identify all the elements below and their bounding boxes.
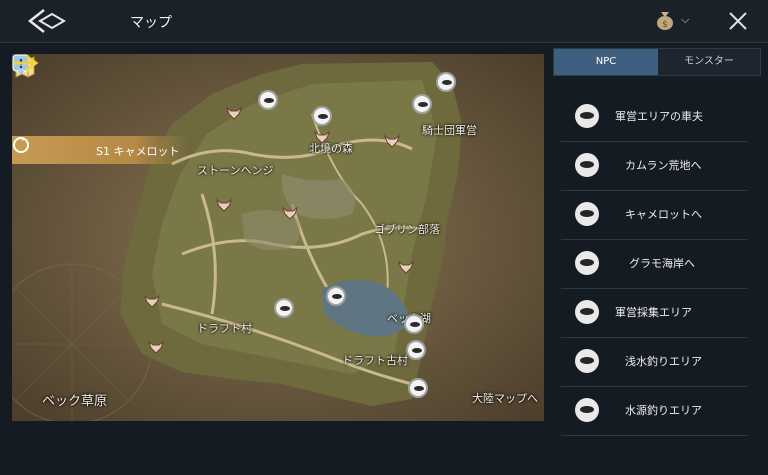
- map-label-bec-plains: ベック草原: [42, 394, 108, 409]
- page-title: マップ: [130, 15, 172, 31]
- gate-icon: [575, 153, 599, 177]
- svg-text:$: $: [662, 20, 668, 30]
- gather-icon: [575, 300, 599, 324]
- list-item[interactable]: キャメロットへ: [561, 191, 747, 240]
- list-item[interactable]: 浅水釣りエリア: [561, 338, 747, 387]
- list-item-label: グラモ海岸へ: [629, 257, 695, 270]
- map-label-goblin-tribe: ゴブリン部落: [374, 223, 440, 236]
- tab-npc[interactable]: NPC: [554, 49, 658, 75]
- npc-marker[interactable]: [274, 298, 294, 318]
- carriage-icon: [575, 104, 599, 128]
- monster-icon[interactable]: [282, 206, 298, 220]
- list-item[interactable]: 軍営エリアの車夫: [561, 93, 747, 142]
- monster-icon[interactable]: [226, 106, 242, 120]
- map-label-draft-old-village: ドラフト古村: [342, 354, 408, 367]
- monster-icon[interactable]: [398, 260, 414, 274]
- back-arrow-icon[interactable]: [26, 8, 70, 34]
- map-label-stonehenge: ストーンヘンジ: [197, 164, 274, 177]
- npc-marker[interactable]: [258, 90, 278, 110]
- npc-marker[interactable]: [412, 94, 432, 114]
- region-name: S1 キャメロット: [96, 145, 180, 158]
- refresh-cycle-icon[interactable]: [12, 136, 30, 154]
- map-label-knights-camp: 騎士団軍営: [422, 124, 477, 137]
- player-arrow-icon: [14, 54, 38, 72]
- monster-icon[interactable]: [216, 198, 232, 212]
- monster-icon[interactable]: [144, 294, 160, 308]
- npc-marker[interactable]: [312, 106, 332, 126]
- npc-marker[interactable]: [406, 340, 426, 360]
- gate-icon: [575, 202, 599, 226]
- fishing-icon: [575, 398, 599, 422]
- fishing-icon: [575, 349, 599, 373]
- npc-marker[interactable]: [326, 286, 346, 306]
- monster-icon[interactable]: [148, 340, 164, 354]
- list-item-label: 水源釣りエリア: [625, 404, 702, 417]
- list-item-label: キャメロットへ: [625, 208, 702, 221]
- side-panel: NPC モンスター 軍営エリアの車夫 カムラン荒地へ キャメロットへ グラモ海岸…: [553, 48, 761, 475]
- list-item[interactable]: グラモ海岸へ: [561, 240, 747, 289]
- npc-marker[interactable]: [404, 314, 424, 334]
- list-item-label: 軍営エリアの車夫: [615, 110, 703, 123]
- tab-bar: NPC モンスター: [553, 48, 761, 76]
- close-icon[interactable]: [727, 10, 749, 32]
- gate-icon: [575, 251, 599, 275]
- list-item[interactable]: カムラン荒地へ: [561, 142, 747, 191]
- map-terrain: [12, 54, 544, 421]
- top-bar: マップ $ ⌵: [0, 0, 768, 43]
- region-banner[interactable]: S1 キャメロット: [12, 136, 187, 164]
- tab-monster[interactable]: モンスター: [658, 49, 760, 75]
- list-item-label: カムラン荒地へ: [625, 159, 702, 172]
- monster-icon[interactable]: [384, 134, 400, 148]
- list-item[interactable]: 水源釣りエリア: [561, 387, 747, 436]
- list-item-label: 浅水釣りエリア: [625, 355, 702, 368]
- money-bag-icon[interactable]: $: [653, 8, 677, 32]
- list-item[interactable]: 軍営採集エリア: [561, 289, 747, 338]
- monster-icon[interactable]: [314, 130, 330, 144]
- npc-marker[interactable]: [436, 72, 456, 92]
- npc-marker[interactable]: [408, 378, 428, 398]
- continent-map-label[interactable]: 大陸マップへ: [472, 390, 538, 406]
- map-view[interactable]: S1 キャメロット 北境の森 騎士団軍営 ストーンヘンジ ゴブリン部落 ベック湖…: [12, 54, 544, 421]
- chevron-down-icon[interactable]: ⌵: [681, 13, 689, 27]
- list-item-label: 軍営採集エリア: [615, 306, 692, 319]
- map-label-draft-village: ドラフト村: [197, 322, 252, 335]
